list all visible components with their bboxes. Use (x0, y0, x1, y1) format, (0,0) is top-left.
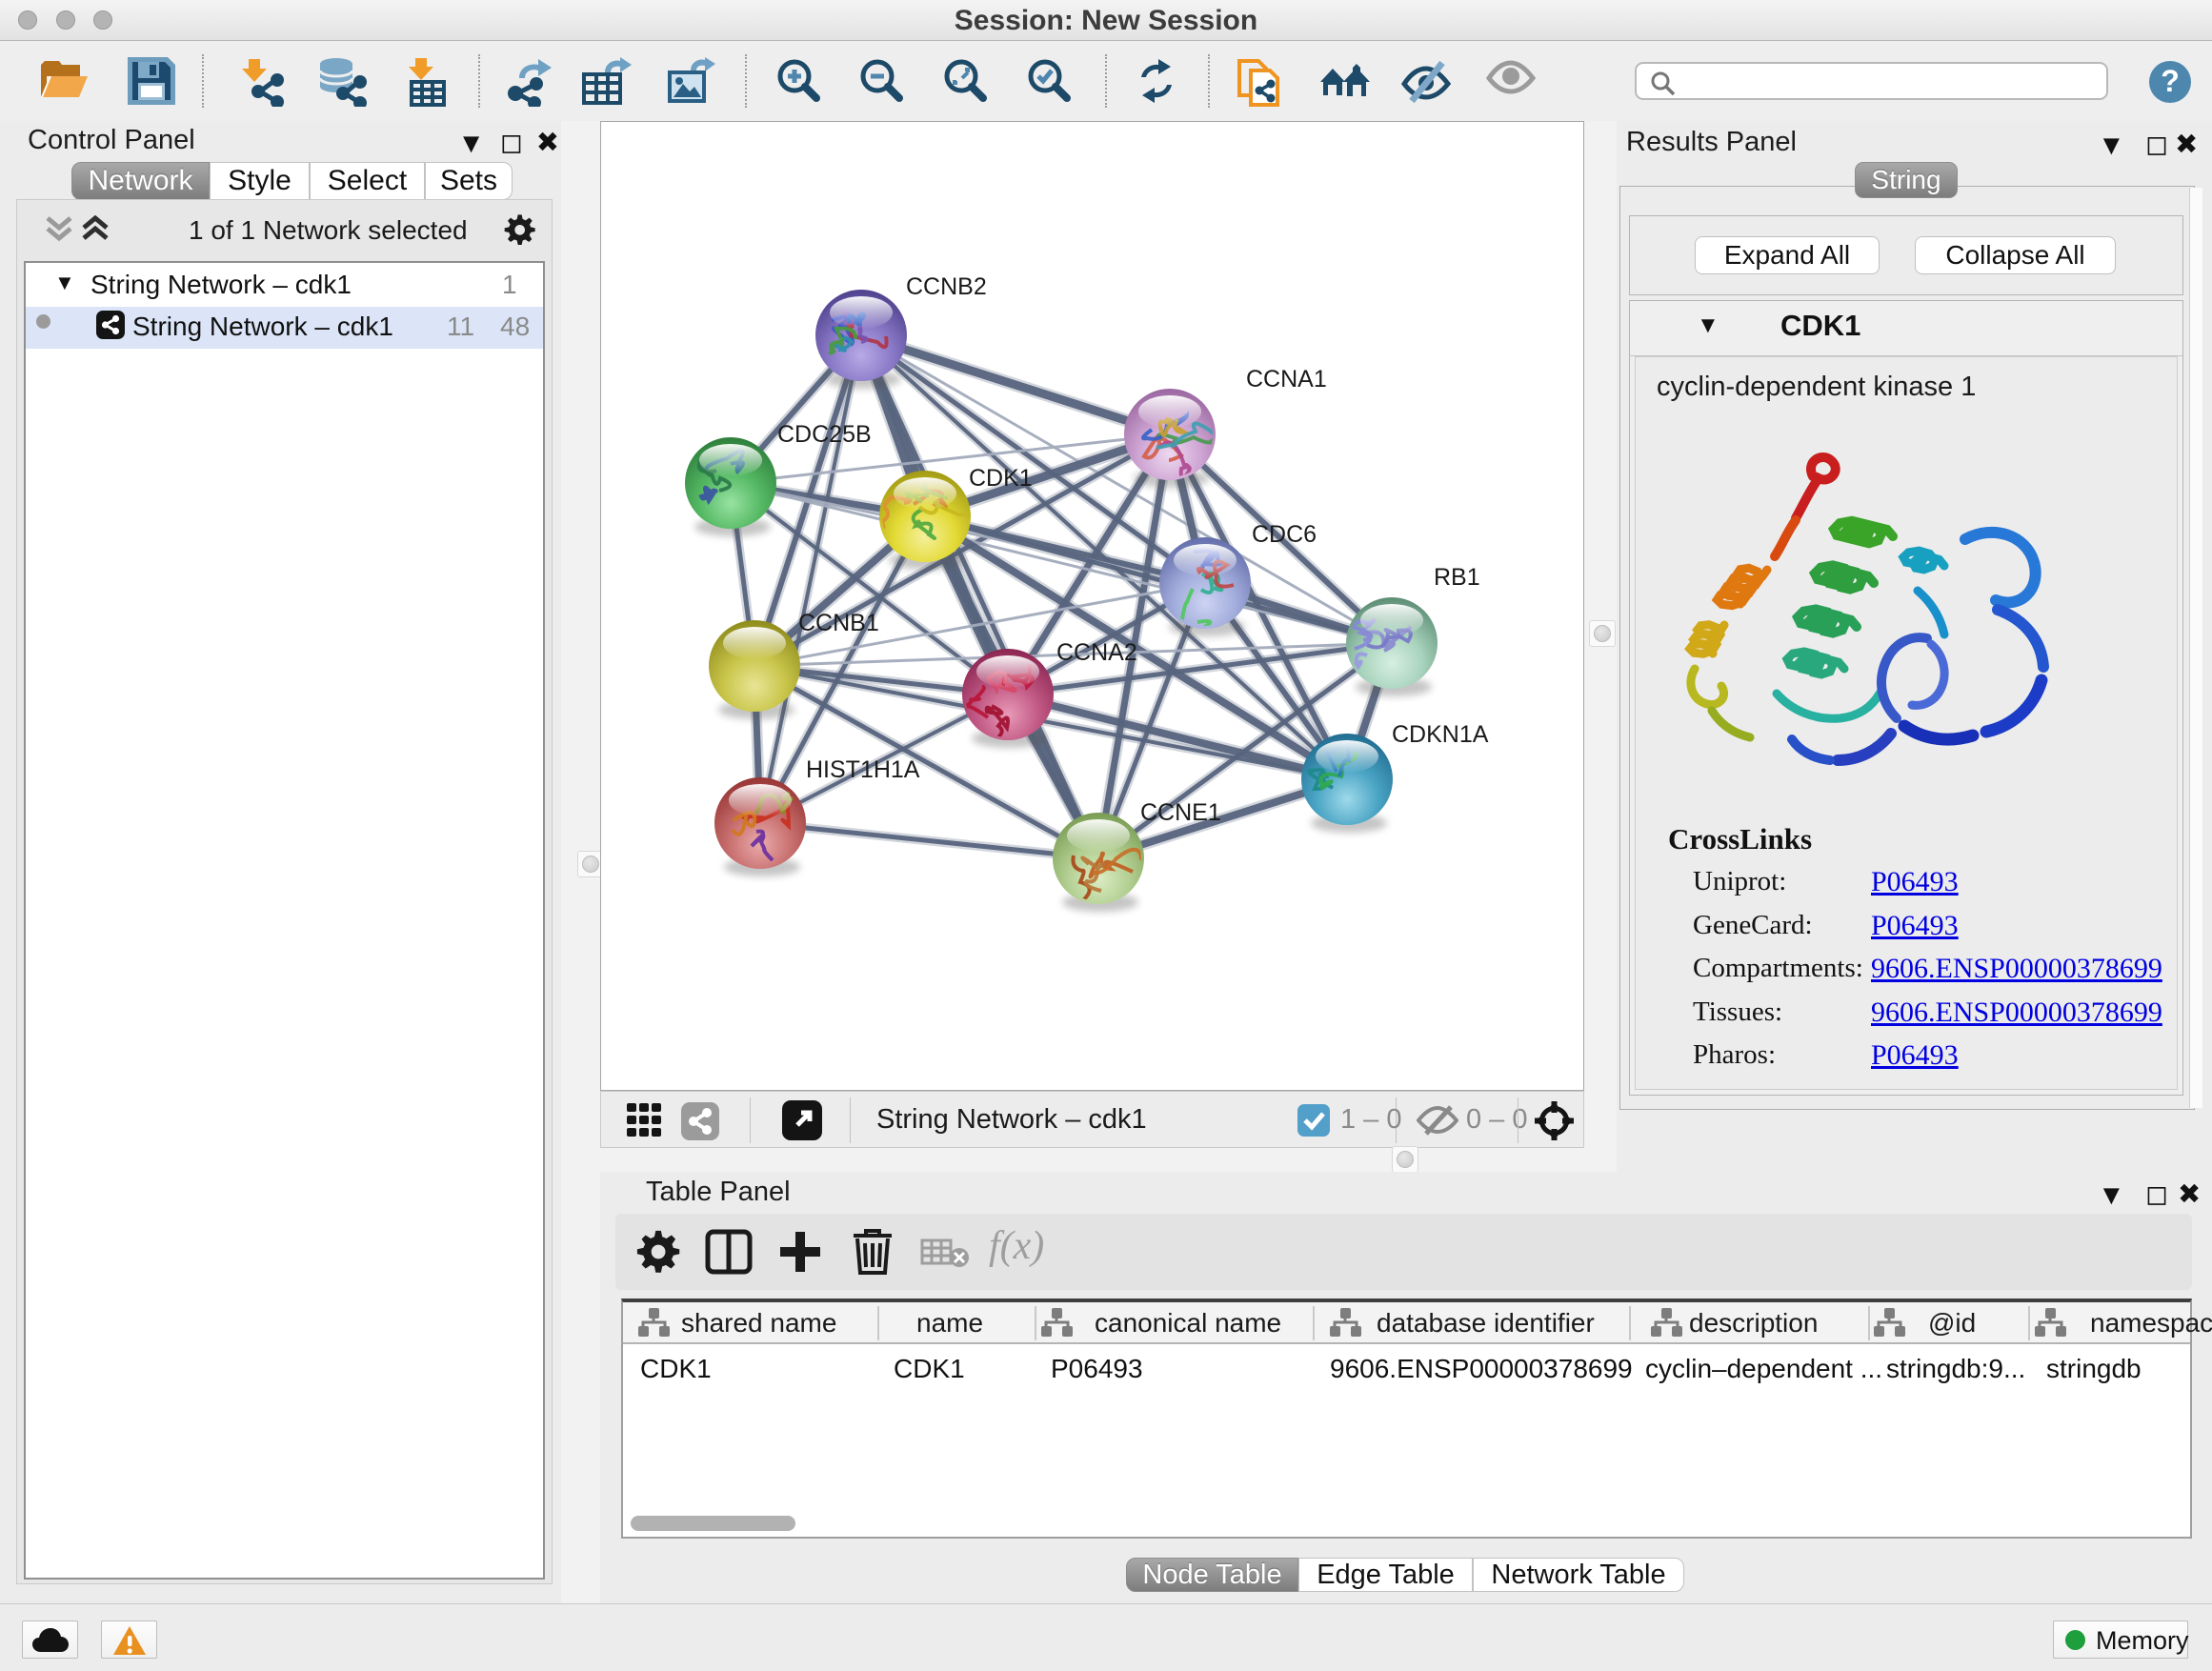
svg-text:CCNB2: CCNB2 (906, 273, 987, 300)
svg-text:CDKN1A: CDKN1A (1392, 721, 1489, 748)
svg-text:RB1: RB1 (1434, 564, 1480, 591)
svg-text:CCNA2: CCNA2 (1056, 639, 1137, 666)
svg-text:CCNB1: CCNB1 (798, 610, 879, 636)
svg-text:CCNE1: CCNE1 (1140, 799, 1221, 826)
svg-text:CCNA1: CCNA1 (1246, 366, 1327, 393)
svg-text:?: ? (2161, 64, 2180, 98)
svg-text:CDK1: CDK1 (969, 465, 1033, 492)
svg-text:HIST1H1A: HIST1H1A (806, 756, 920, 783)
svg-text:CDC6: CDC6 (1252, 521, 1317, 548)
svg-text:CDC25B: CDC25B (777, 421, 872, 448)
